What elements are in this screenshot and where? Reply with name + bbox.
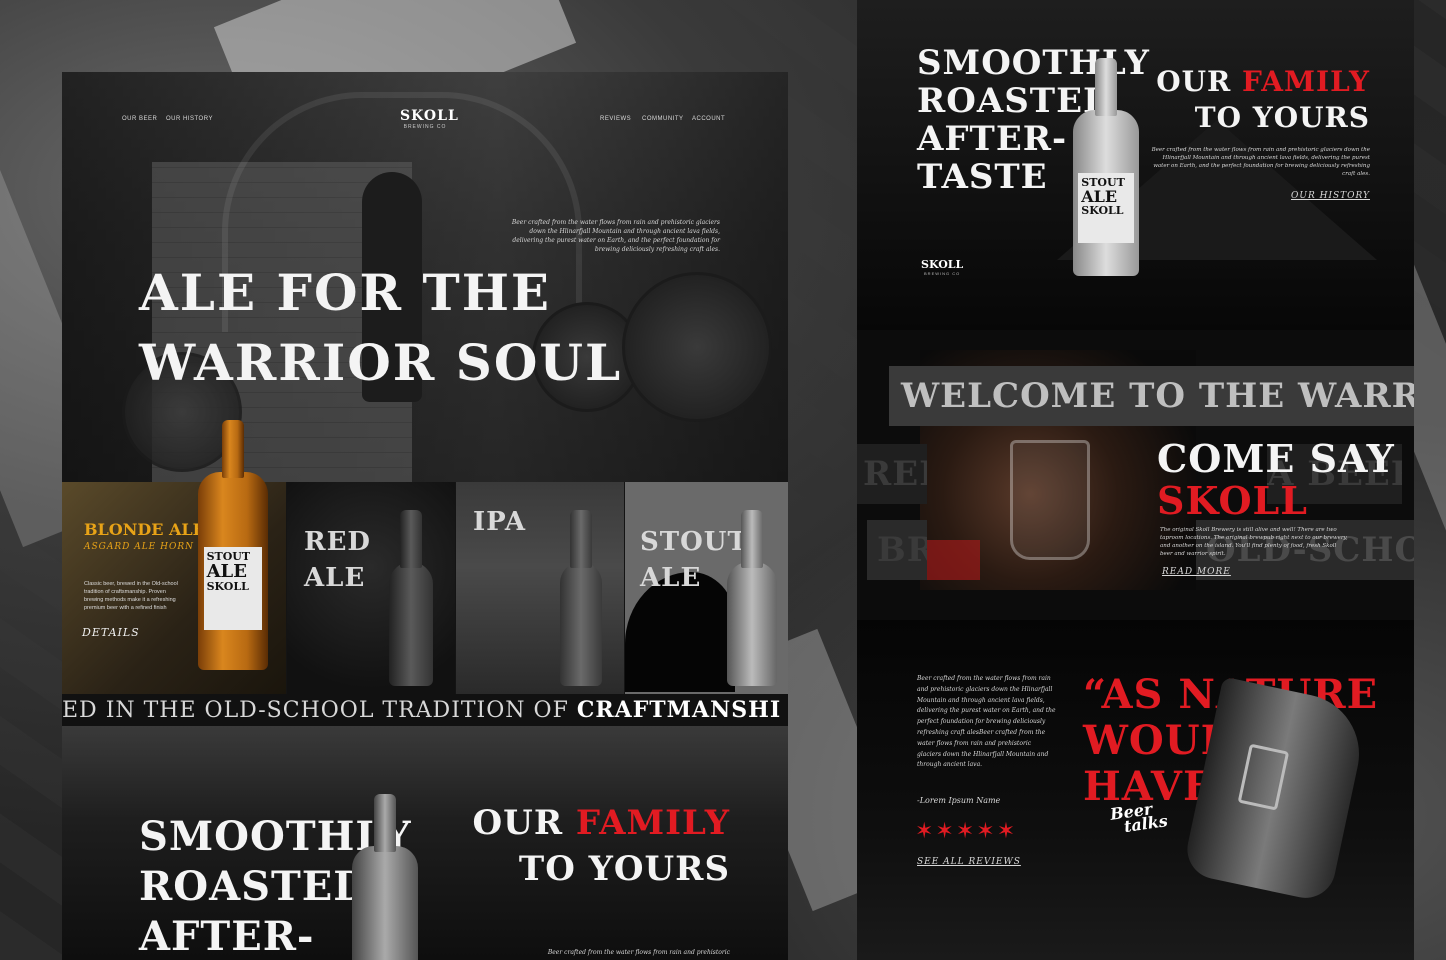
come-say-heading: COME SAY SKOLL	[1157, 438, 1395, 522]
ipa-bottle	[560, 562, 602, 686]
bottle-label-line: SKOLL	[206, 580, 249, 594]
nav-our-history[interactable]: OUR HISTORY	[166, 116, 213, 122]
nav-community[interactable]: COMMUNITY	[642, 116, 684, 122]
family-word: FAMILY	[575, 803, 730, 843]
family-to-yours: TO YOURS	[518, 849, 730, 889]
family-to-yours: TO YOURS	[1194, 101, 1370, 134]
card-title-line: STOUT	[640, 527, 748, 557]
product-subtitle: ASGARD ALE HORN	[84, 542, 194, 552]
logo-subtext: BREWING CO	[924, 271, 961, 276]
roasted-line: AFTER-	[139, 913, 315, 960]
bar-light	[920, 540, 980, 580]
logo-text: SKOLL	[921, 258, 964, 271]
roasted-line: AFTER-	[917, 119, 1068, 159]
stout-bottle	[727, 562, 777, 686]
stout-bottle-right: STOUT ALE SKOLL	[1073, 110, 1139, 276]
main-nav: OUR BEER OUR HISTORY SKOLL BREWING CO RE…	[62, 108, 788, 138]
card-title-line: ALE	[640, 563, 702, 593]
roasted-section: SMOOTHLY ROASTED AFTER- OUR FAMILY TO YO…	[62, 726, 788, 960]
roasted-bottle	[352, 846, 418, 960]
family-heading: OUR FAMILY TO YOURS	[473, 800, 730, 892]
logo-text: SKOLL	[400, 108, 459, 124]
card-title-line: RED	[304, 527, 371, 557]
skoll-text: SKOLL	[1157, 478, 1308, 523]
product-card-stout-ale[interactable]: STOUT ALE	[625, 482, 788, 694]
thor-hammer-icon	[1237, 743, 1290, 811]
card-title: IPA	[473, 507, 526, 537]
roasted-section-right: SMOOTHLY ROASTED AFTER- TASTE STOUT ALE …	[857, 0, 1414, 330]
bottle-label: STOUT ALE SKOLL	[203, 547, 263, 631]
beer-talks-badge: Beer talks	[1109, 799, 1169, 836]
review-text: Beer crafted from the water flows from r…	[917, 675, 1056, 769]
banner-fragment: BR	[867, 520, 927, 580]
brand-logo[interactable]: SKOLL BREWING CO	[400, 108, 459, 130]
family-blurb: Beer crafted from the water flows from r…	[1151, 147, 1370, 177]
hero-section: OUR BEER OUR HISTORY SKOLL BREWING CO RE…	[62, 72, 788, 482]
banner-fragment: REF	[857, 444, 927, 504]
product-title: BLONDE ALE	[84, 520, 205, 539]
read-more-link[interactable]: READ MORE	[1162, 568, 1231, 577]
mobile-sections-mockup: SMOOTHLY ROASTED AFTER- TASTE STOUT ALE …	[857, 0, 1414, 960]
marquee-text: ED IN THE OLD-SCHOOL TRADITION OF	[62, 698, 577, 723]
family-our: OUR	[1156, 65, 1232, 98]
review-author: -Lorem Ipsum Name	[917, 796, 1001, 805]
red-ale-bottle	[389, 562, 433, 686]
rating-stars: ✶✶✶✶✶	[915, 818, 1018, 843]
nav-our-beer[interactable]: OUR BEER	[122, 116, 157, 122]
landing-page-mockup: OUR BEER OUR HISTORY SKOLL BREWING CO RE…	[62, 72, 788, 960]
bottle-label-line: ALE	[206, 561, 247, 583]
roasted-line: TASTE	[917, 157, 1048, 197]
roasted-line: ROASTED	[139, 863, 369, 910]
product-card-red-ale[interactable]: RED ALE	[287, 482, 455, 694]
nav-account[interactable]: ACCOUNT	[692, 116, 725, 122]
our-history-link[interactable]: OUR HISTORY	[1291, 192, 1370, 201]
hero-blurb: Beer crafted from the water flows from r…	[511, 219, 720, 253]
logo-subtext: BREWING CO	[403, 124, 447, 130]
hero-title-line1: ALE FOR THE	[139, 263, 552, 322]
product-card-ipa[interactable]: IPA	[456, 482, 624, 694]
bottle-label: STOUT ALE SKOLL	[1078, 173, 1134, 243]
bottle-label-line: SKOLL	[1081, 204, 1124, 218]
marquee-bold-text: CRAFTMANSHI	[576, 697, 782, 723]
bottle-label-line: ALE	[1081, 187, 1118, 207]
taproom-text: The original Skoll Brewery is still aliv…	[1160, 527, 1348, 557]
come-say-text: COME SAY	[1157, 436, 1395, 481]
welcome-banner: WELCOME TO THE WARRI	[889, 366, 1414, 426]
tradition-marquee: ED IN THE OLD-SCHOOL TRADITION OF CRAFTM…	[62, 694, 788, 726]
family-blurb-short: Beer crafted from the water flows from r…	[547, 949, 730, 956]
family-our: OUR	[472, 803, 564, 843]
product-description: Classic beer, brewed in the Old-school t…	[84, 581, 178, 611]
hero-barrel	[622, 272, 772, 422]
card-title: RED ALE	[304, 524, 371, 596]
card-title-line: ALE	[304, 563, 366, 593]
family-word: FAMILY	[1242, 65, 1370, 98]
nav-reviews[interactable]: REVIEWS	[600, 116, 631, 122]
hero-title: ALE FOR THE WARRIOR SOUL	[139, 258, 622, 398]
hero-title-line2: WARRIOR SOUL	[139, 333, 623, 392]
brand-logo-small[interactable]: SKOLL BREWING CO	[921, 258, 963, 276]
featured-bottle: STOUT ALE SKOLL	[198, 472, 268, 670]
family-heading-right: OUR FAMILY TO YOURS	[1156, 64, 1370, 136]
see-all-reviews-link[interactable]: SEE ALL REVIEWS	[917, 858, 1021, 867]
details-link[interactable]: DETAILS	[82, 626, 140, 639]
beer-mug-shape	[1010, 440, 1090, 560]
